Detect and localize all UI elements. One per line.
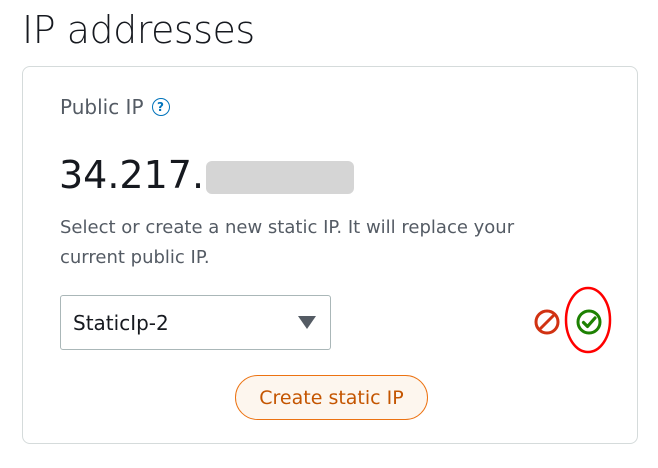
create-static-ip-button[interactable]: Create static IP	[235, 375, 428, 420]
static-ip-select-value: StaticIp-2	[73, 310, 169, 335]
help-icon[interactable]: ?	[151, 98, 170, 116]
public-ip-label: Public IP	[60, 95, 144, 119]
public-ip-card: Public IP ? 34.217. Select or create a n…	[22, 66, 638, 444]
check-circle-icon[interactable]	[575, 308, 603, 336]
static-ip-select[interactable]: StaticIp-2	[60, 295, 331, 350]
cancel-icon[interactable]	[533, 308, 561, 336]
static-ip-description: Select or create a new static IP. It wil…	[60, 217, 515, 268]
public-ip-header: Public IP ?	[60, 95, 170, 119]
ip-address-redaction	[206, 160, 355, 194]
caret-down-icon	[298, 316, 316, 329]
ip-address-value: 34.217.	[59, 153, 205, 197]
page-title: IP addresses	[22, 8, 255, 52]
ip-address: 34.217.	[59, 151, 355, 199]
